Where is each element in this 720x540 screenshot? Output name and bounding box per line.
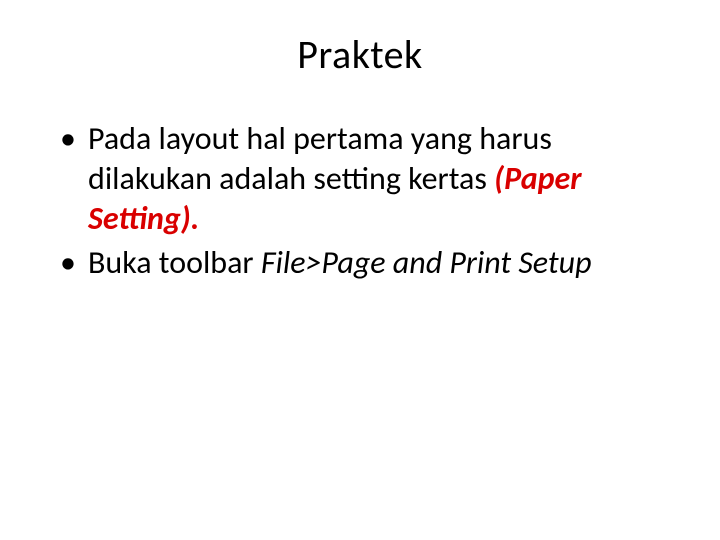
list-item: Buka toolbar File>Page and Print Setup	[60, 243, 670, 283]
slide-title: Praktek	[50, 30, 670, 79]
list-item: Pada layout hal pertama yang harus dilak…	[60, 119, 670, 239]
bullet-text: Buka toolbar	[88, 243, 261, 282]
slide: Praktek Pada layout hal pertama yang har…	[0, 0, 720, 540]
bullet-text: Pada layout hal pertama yang harus dilak…	[88, 119, 552, 198]
bullet-emphasis: File>Page and Print Setup	[261, 243, 592, 282]
bullet-list: Pada layout hal pertama yang harus dilak…	[60, 119, 670, 283]
